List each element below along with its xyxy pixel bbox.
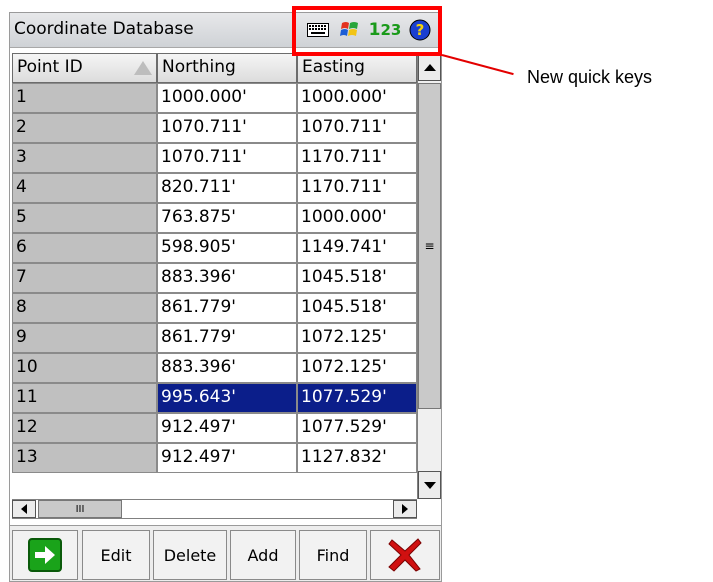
easting-cell[interactable]: 1077.529' [297,413,417,443]
vertical-scroll-thumb[interactable]: ≡ [418,83,441,409]
easting-cell[interactable]: 1045.518' [297,263,417,293]
find-button[interactable]: Find [299,530,367,580]
column-header-northing[interactable]: Northing [157,53,297,83]
point-id-cell[interactable]: 7 [12,263,157,293]
table-row[interactable]: 2 1070.711' 1070.711' [12,113,417,143]
point-id-cell[interactable]: 1 [12,83,157,113]
window-title: Coordinate Database [14,19,194,39]
arrow-right-icon [28,538,62,572]
northing-cell[interactable]: 861.779' [157,323,297,353]
point-id-cell[interactable]: 11 [12,383,157,413]
table-row[interactable]: 8 861.779' 1045.518' [12,293,417,323]
northing-cell[interactable]: 1070.711' [157,113,297,143]
table-row[interactable]: 6 598.905' 1149.741' [12,233,417,263]
delete-button[interactable]: Delete [153,530,227,580]
go-button[interactable] [12,530,78,580]
table-row[interactable]: 3 1070.711' 1170.711' [12,143,417,173]
northing-cell[interactable]: 912.497' [157,443,297,473]
add-button[interactable]: Add [230,530,296,580]
scroll-left-button[interactable] [12,500,36,518]
title-bar: Coordinate Database 1 23 ? [10,13,441,48]
column-header-easting[interactable]: Easting [297,53,417,83]
northing-cell[interactable]: 912.497' [157,413,297,443]
table-row[interactable]: 1 1000.000' 1000.000' [12,83,417,113]
table-row[interactable]: 9 861.779' 1072.125' [12,323,417,353]
table-row[interactable]: 11 995.643' 1077.529' [12,383,417,413]
easting-cell[interactable]: 1077.529' [297,383,417,413]
easting-cell[interactable]: 1127.832' [297,443,417,473]
northing-cell[interactable]: 861.779' [157,293,297,323]
edit-button[interactable]: Edit [82,530,150,580]
northing-cell[interactable]: 763.875' [157,203,297,233]
easting-cell[interactable]: 1149.741' [297,233,417,263]
northing-cell[interactable]: 820.711' [157,173,297,203]
point-id-cell[interactable]: 13 [12,443,157,473]
point-id-cell[interactable]: 6 [12,233,157,263]
point-id-cell[interactable]: 3 [12,143,157,173]
easting-cell[interactable]: 1000.000' [297,83,417,113]
table-row[interactable]: 4 820.711' 1170.711' [12,173,417,203]
northing-cell[interactable]: 598.905' [157,233,297,263]
easting-cell[interactable]: 1000.000' [297,203,417,233]
scroll-up-button[interactable] [418,53,441,81]
horizontal-scrollbar[interactable]: III [12,499,417,519]
scroll-down-button[interactable] [418,471,441,499]
point-id-cell[interactable]: 8 [12,293,157,323]
northing-cell[interactable]: 1000.000' [157,83,297,113]
svg-text:?: ? [416,21,425,39]
column-header-point-id[interactable]: Point ID [12,53,157,83]
close-x-icon [388,538,422,572]
point-id-cell[interactable]: 9 [12,323,157,353]
quick-keys: 1 23 ? [295,13,441,48]
easting-cell[interactable]: 1045.518' [297,293,417,323]
horizontal-scroll-thumb[interactable]: III [38,500,122,518]
northing-cell[interactable]: 1070.711' [157,143,297,173]
table-row[interactable]: 10 883.396' 1072.125' [12,353,417,383]
northing-cell[interactable]: 883.396' [157,353,297,383]
northing-cell[interactable]: 995.643' [157,383,297,413]
vertical-scrollbar[interactable]: ≡ [417,53,441,499]
scroll-right-button[interactable] [393,500,417,518]
point-id-cell[interactable]: 2 [12,113,157,143]
windows-logo-icon[interactable] [339,19,361,41]
callout-label: New quick keys [527,67,653,87]
device-window: Coordinate Database 1 23 ? Point ID Nort… [9,12,442,582]
table-row[interactable]: 12 912.497' 1077.529' [12,413,417,443]
help-icon[interactable]: ? [409,19,431,41]
easting-cell[interactable]: 1070.711' [297,113,417,143]
numeric-input-icon[interactable]: 1 23 [365,19,405,41]
coordinate-table: Point ID Northing Easting 1 1000.000' 1000… [12,53,417,499]
table-row[interactable]: 5 763.875' 1000.000' [12,203,417,233]
keyboard-icon[interactable] [307,19,329,41]
sort-ascending-icon [134,61,152,75]
easting-cell[interactable]: 1170.711' [297,143,417,173]
northing-cell[interactable]: 883.396' [157,263,297,293]
table-row[interactable]: 7 883.396' 1045.518' [12,263,417,293]
point-id-cell[interactable]: 4 [12,173,157,203]
callout-pointer-line [441,54,514,76]
bottom-toolbar: Edit Delete Add Find [10,525,441,581]
close-button[interactable] [370,530,440,580]
point-id-cell[interactable]: 12 [12,413,157,443]
easting-cell[interactable]: 1170.711' [297,173,417,203]
easting-cell[interactable]: 1072.125' [297,323,417,353]
easting-cell[interactable]: 1072.125' [297,353,417,383]
table-row[interactable]: 13 912.497' 1127.832' [12,443,417,473]
point-id-cell[interactable]: 5 [12,203,157,233]
point-id-cell[interactable]: 10 [12,353,157,383]
